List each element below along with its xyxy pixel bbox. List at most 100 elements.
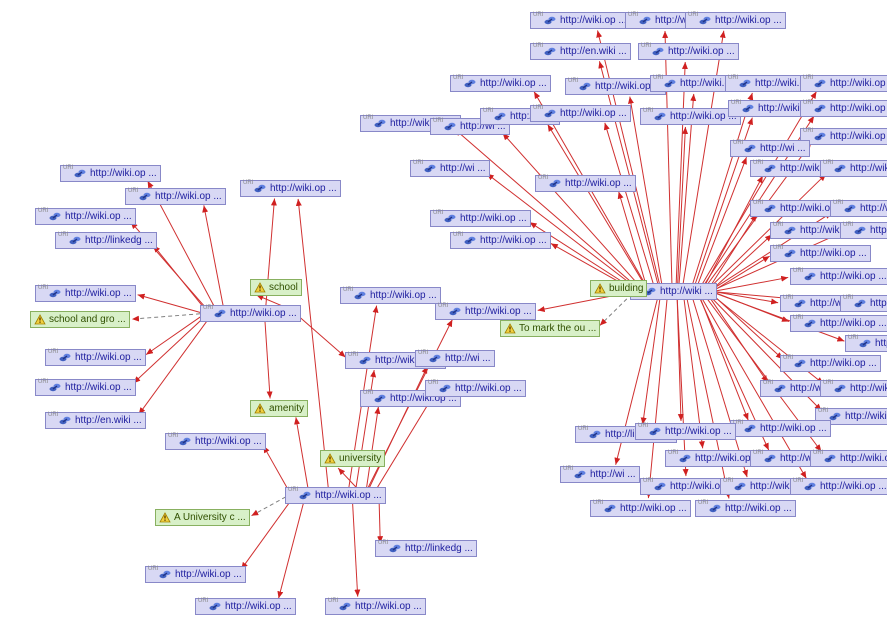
node-label: http://wiki.op ... (270, 183, 337, 194)
graph-node-uri[interactable]: URIhttp://wiki.op ... (145, 566, 246, 583)
graph-node-uri[interactable]: URIhttp://en.wiki ... (530, 43, 631, 60)
graph-node-uri[interactable]: URIhttp://wiki.op ... (770, 245, 871, 262)
warning-icon (504, 323, 516, 334)
graph-node-uri[interactable]: URIhttp://wiki.op ... (45, 349, 146, 366)
uri-badge: URI (843, 295, 853, 301)
node-label: http://wiki.op ... (810, 358, 877, 369)
graph-node-literal[interactable]: amenity (250, 400, 308, 417)
graph-node-uri[interactable]: URIhttp://wiki.op ... (195, 598, 296, 615)
link-chain-icon (603, 503, 617, 514)
graph-node-uri[interactable]: URIhttp://wiki.op ... (780, 355, 881, 372)
graph-node-uri[interactable]: URIhttp://wiki.op ... (530, 12, 631, 29)
graph-node-uri[interactable]: URIhttp://wiki.op ... (60, 165, 161, 182)
uri-badge: URI (643, 478, 653, 484)
graph-node-uri[interactable]: URIhttp://wiki.op ... (35, 379, 136, 396)
link-chain-icon (578, 81, 592, 92)
node-label: school and gro ... (49, 314, 126, 325)
uri-badge: URI (348, 352, 358, 358)
graph-node-uri[interactable]: URIhttp://linkedg ... (375, 540, 477, 557)
graph-node-uri[interactable]: URIhttp://linkedg ... (55, 232, 157, 249)
node-label: http://wiki.op ... (560, 108, 627, 119)
graph-node-uri[interactable]: URIhttp://wiki.op ... (125, 188, 226, 205)
link-chain-icon (698, 15, 712, 26)
graph-node-literal[interactable]: university (320, 450, 385, 467)
graph-edge (369, 366, 428, 489)
graph-node-literal[interactable]: building (590, 280, 647, 297)
graph-node-uri[interactable]: URIhttp://wiki.op ... (435, 303, 536, 320)
node-label: http://wi ... (760, 143, 806, 154)
graph-node-uri[interactable]: URIhttp://wiki.op ... (430, 210, 531, 227)
graph-node-uri[interactable]: URIhttp://wiki.op ... (530, 105, 631, 122)
node-label: university (339, 453, 381, 464)
graph-node-uri[interactable]: URIhttp://wiki.op ... (800, 128, 887, 145)
graph-node-uri[interactable]: URIhttp://wiki.op ... (640, 108, 741, 125)
graph-node-uri[interactable]: URIhttp://wiki.op ... (35, 285, 136, 302)
graph-node-uri[interactable]: URIhttp://wiki.op ... (695, 500, 796, 517)
node-label: To mark the ou ... (519, 323, 596, 334)
uri-badge: URI (698, 500, 708, 506)
node-label: http://wiki.op ... (195, 436, 262, 447)
node-label: http://wiki.op ... (155, 191, 222, 202)
link-chain-icon (813, 78, 827, 89)
graph-node-uri[interactable]: URIhttp://wiki.op ... (730, 420, 831, 437)
graph-node-uri[interactable]: URIhttp://en.wiki ... (45, 412, 146, 429)
graph-node-uri[interactable]: URIhttp://wiki.op ... (638, 43, 739, 60)
graph-node-literal[interactable]: school (250, 279, 302, 296)
link-chain-icon (338, 601, 352, 612)
graph-node-uri[interactable]: URIhttp://wiki.op ... (830, 200, 887, 217)
graph-edge (716, 293, 789, 321)
link-chain-icon (358, 355, 372, 366)
graph-node-uri[interactable]: URIhttp://wiki.op ... (35, 208, 136, 225)
graph-node-uri[interactable]: URIhttp://wiki.op ... (845, 335, 887, 352)
graph-edge (700, 298, 748, 420)
graph-node-uri[interactable]: URIhttp://wiki.op ... (200, 305, 301, 322)
graph-node-literal[interactable]: school and gro ... (30, 311, 130, 328)
node-label: http://wiki.op ... (370, 290, 437, 301)
graph-node-uri[interactable]: URIhttp://wiki.op ... (535, 175, 636, 192)
graph-node-uri[interactable]: URIhttp://wiki.op ... (240, 180, 341, 197)
graph-node-uri[interactable]: URIhttp://wiki.op ... (840, 295, 887, 312)
graph-node-uri[interactable]: URIhttp://wiki.op ... (340, 287, 441, 304)
graph-node-uri[interactable]: URIhttp://wi ... (415, 350, 495, 367)
graph-node-uri[interactable]: URIhttp://wiki.op ... (685, 12, 786, 29)
uri-badge: URI (563, 466, 573, 472)
uri-badge: URI (593, 500, 603, 506)
graph-node-uri[interactable]: URIhttp://wiki.op ... (810, 450, 887, 467)
uri-badge: URI (578, 426, 588, 432)
graph-node-uri[interactable]: URIhttp://wiki.op ... (450, 75, 551, 92)
graph-node-literal[interactable]: To mark the ou ... (500, 320, 600, 337)
uri-badge: URI (198, 598, 208, 604)
graph-edge (717, 277, 788, 290)
warning-icon (34, 314, 46, 325)
graph-node-uri[interactable]: URIhttp://wiki.op ... (800, 100, 887, 117)
graph-node-uri[interactable]: URIhttp://wiki.op ... (790, 315, 887, 332)
graph-node-uri[interactable]: URIhttp://wiki.op ... (800, 75, 887, 92)
uri-badge: URI (378, 540, 388, 546)
graph-node-uri[interactable]: URIhttp://wiki.op ... (450, 232, 551, 249)
warning-icon (324, 453, 336, 464)
graph-node-uri[interactable]: URIhttp://wiki.op ... (285, 487, 386, 504)
graph-edge (138, 295, 201, 313)
graph-node-uri[interactable]: URIhttp://wiki.op ... (820, 380, 887, 397)
graph-node-uri[interactable]: URIhttp://wiki.op ... (840, 222, 887, 239)
link-chain-icon (763, 203, 777, 214)
node-label: http://wiki ... (660, 286, 713, 297)
graph-edge (298, 199, 328, 487)
graph-edge (139, 318, 209, 414)
link-chain-icon (783, 248, 797, 259)
graph-node-uri[interactable]: URIhttp://wiki.op ... (635, 423, 736, 440)
uri-badge: URI (753, 160, 763, 166)
graph-node-uri[interactable]: URIhttp://wiki.op ... (820, 160, 887, 177)
graph-node-uri[interactable]: URIhttp://wiki.op ... (790, 478, 887, 495)
uri-badge: URI (643, 108, 653, 114)
graph-node-uri[interactable]: URIhttp://wiki.op ... (165, 433, 266, 450)
graph-node-uri[interactable]: URIhttp://wiki.op ... (790, 268, 887, 285)
graph-node-uri[interactable]: URIhttp://wi ... (560, 466, 640, 483)
link-chain-icon (783, 225, 797, 236)
graph-node-uri[interactable]: URIhttp://wiki.op ... (590, 500, 691, 517)
graph-node-uri[interactable]: URIhttp://wiki.op ... (425, 380, 526, 397)
graph-node-uri[interactable]: URIhttp://wi ... (730, 140, 810, 157)
graph-node-uri[interactable]: URIhttp://wi ... (410, 160, 490, 177)
graph-node-literal[interactable]: A University c ... (155, 509, 250, 526)
graph-node-uri[interactable]: URIhttp://wiki.op ... (325, 598, 426, 615)
